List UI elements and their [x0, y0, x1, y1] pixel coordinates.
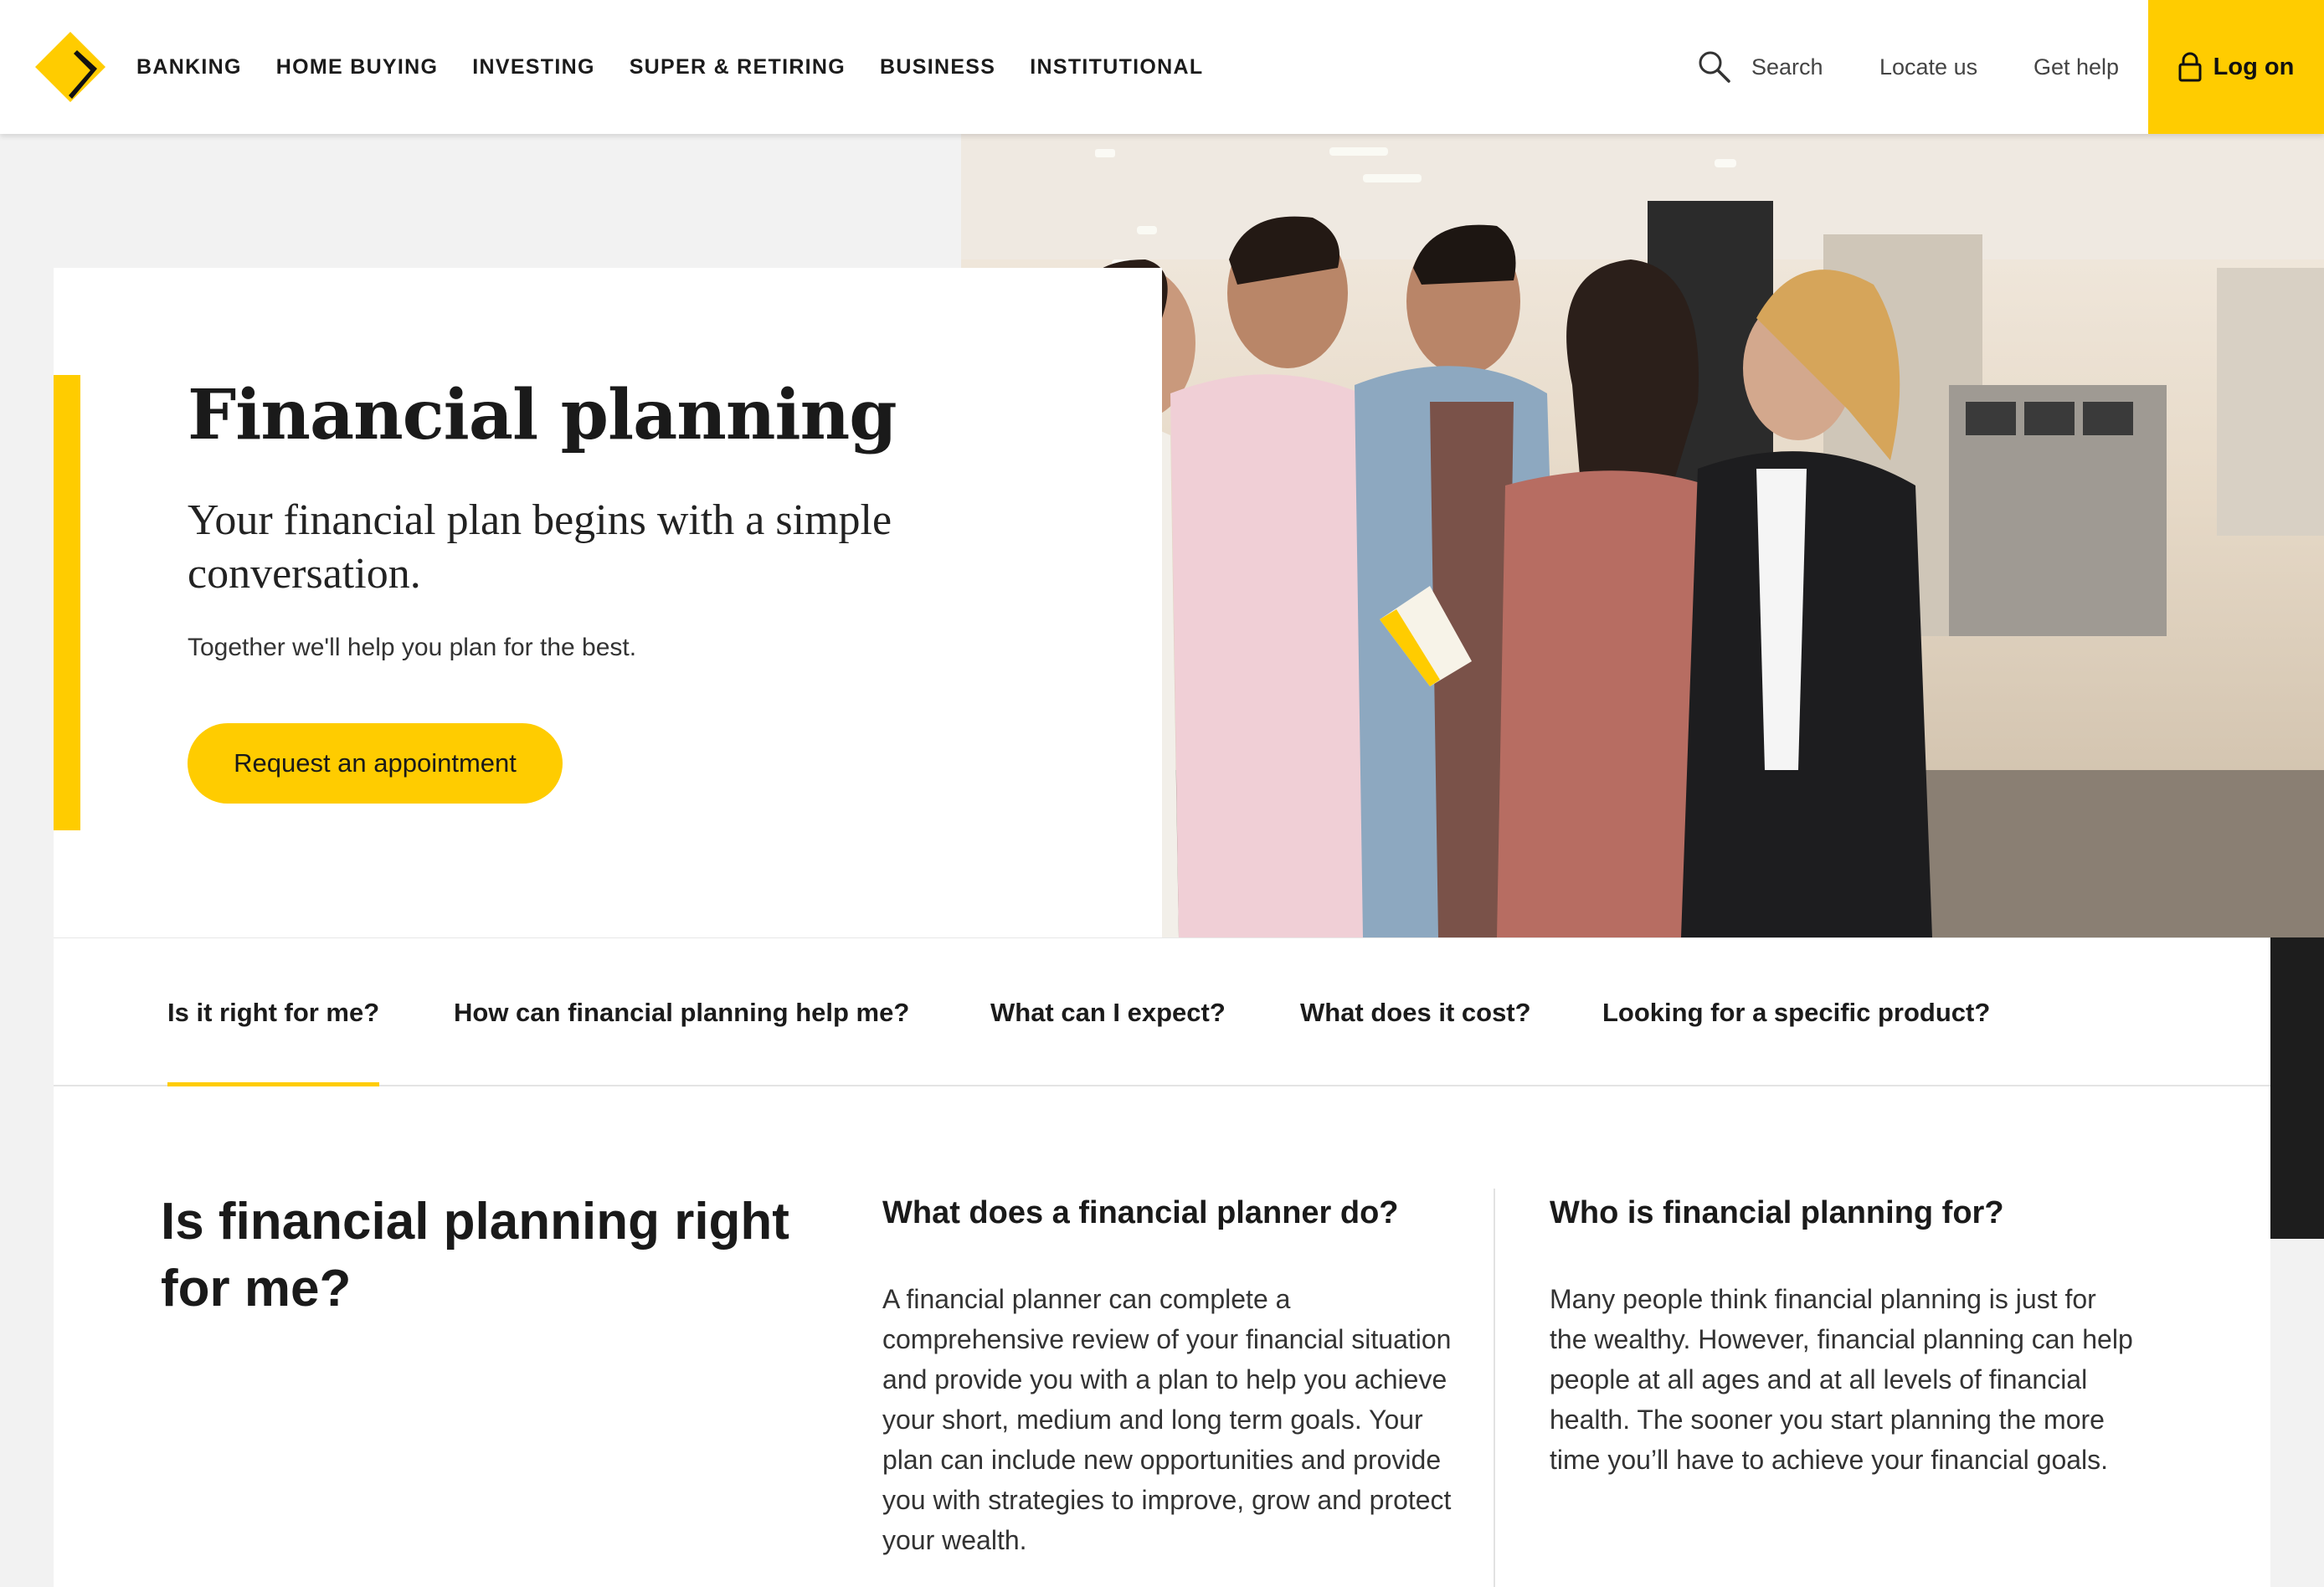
search-icon: [1699, 51, 1730, 83]
main-navigation: BANKING HOME BUYING INVESTING SUPER & RE…: [136, 0, 1237, 134]
nav-business[interactable]: BUSINESS: [880, 55, 995, 80]
search-label: Search: [1751, 54, 1823, 80]
nav-institutional[interactable]: INSTITUTIONAL: [1030, 55, 1203, 80]
who-for-body: Many people think financial planning is …: [1550, 1284, 2133, 1475]
log-on-label: Log on: [2213, 53, 2295, 80]
tab-how-can-help[interactable]: How can financial planning help me?: [454, 938, 909, 1087]
tab-is-it-right[interactable]: Is it right for me?: [167, 938, 380, 1089]
get-help-link[interactable]: Get help: [2034, 0, 2119, 134]
page-title: Financial planning: [188, 375, 897, 455]
section-tabs: Is it right for me? How can financial pl…: [54, 937, 2270, 1089]
site-header: BANKING HOME BUYING INVESTING SUPER & RE…: [0, 0, 2324, 134]
commbank-logo[interactable]: [35, 32, 105, 102]
who-for-heading: Who is financial planning for?: [1550, 1195, 2004, 1230]
hero-subtitle: Your financial plan begins with a simple…: [188, 496, 892, 598]
column-divider: [1494, 1189, 1495, 1587]
section-title: Is financial planning right for me?: [161, 1193, 789, 1317]
nav-investing[interactable]: INVESTING: [472, 55, 594, 80]
planner-body: A financial planner can complete a compr…: [882, 1284, 1452, 1555]
right-edge-strip: [2270, 937, 2324, 1239]
hero-text: Together we'll help you plan for the bes…: [188, 634, 637, 661]
hero-photo: [961, 134, 2324, 937]
log-on-button[interactable]: Log on: [2148, 0, 2324, 134]
search-link[interactable]: Search: [1698, 0, 1823, 134]
lock-icon: [2178, 52, 2202, 82]
locate-us-link[interactable]: Locate us: [1879, 0, 1977, 134]
nav-home-buying[interactable]: HOME BUYING: [276, 55, 438, 80]
tab-what-cost[interactable]: What does it cost?: [1300, 938, 1531, 1087]
planner-heading: What does a financial planner do?: [882, 1195, 1399, 1230]
hero-card: [54, 268, 1162, 937]
nav-super-retiring[interactable]: SUPER & RETIRING: [630, 55, 846, 80]
tab-what-expect[interactable]: What can I expect?: [990, 938, 1226, 1087]
nav-banking[interactable]: BANKING: [136, 55, 242, 80]
request-appointment-button[interactable]: Request an appointment: [188, 723, 563, 804]
hero-accent-bar: [54, 375, 80, 830]
tab-specific-product[interactable]: Looking for a specific product?: [1602, 938, 1990, 1087]
